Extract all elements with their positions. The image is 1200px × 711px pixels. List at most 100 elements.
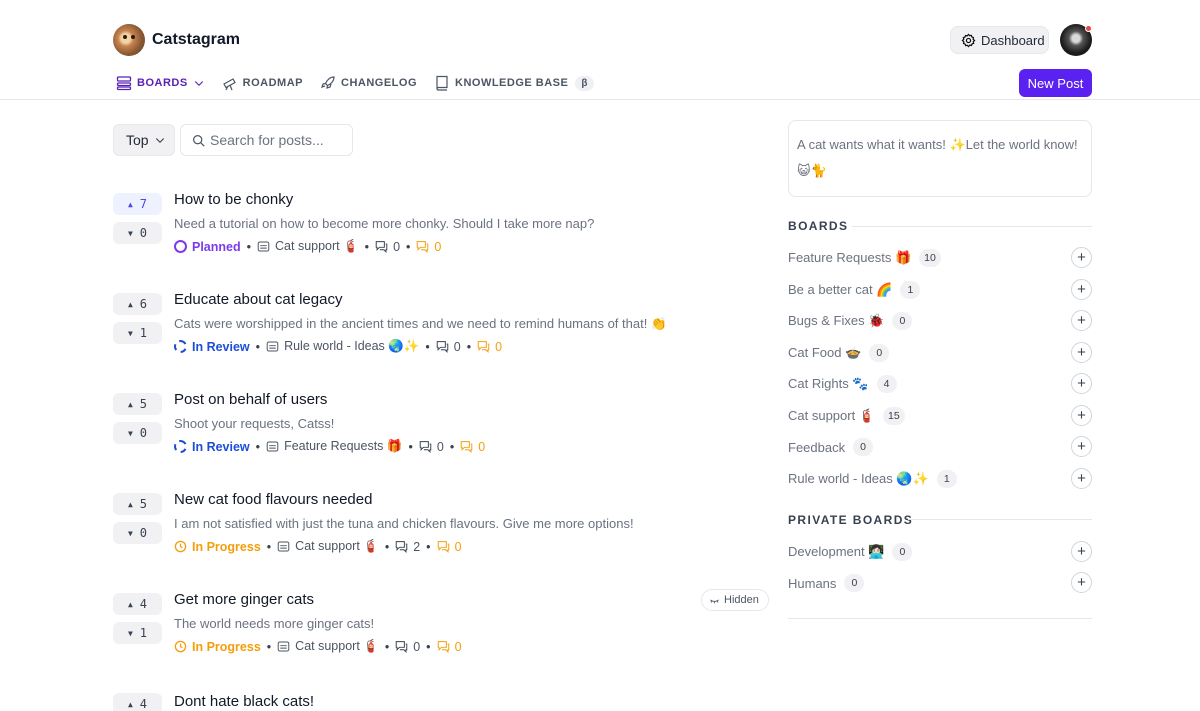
downvote-button[interactable]: ▼ 0 xyxy=(113,222,162,244)
add-post-button[interactable]: + xyxy=(1071,436,1092,457)
post-item[interactable]: ▲ 7 ▼ 0 How to be chonky Need a tutorial o… xyxy=(113,191,763,283)
book-icon xyxy=(436,75,448,91)
separator: • xyxy=(426,639,431,654)
separator: • xyxy=(406,239,411,254)
status-label: In Progress xyxy=(192,639,261,654)
post-item[interactable]: ▲ 5 ▼ 0 New cat food flavours needed I am … xyxy=(113,491,763,583)
post-item[interactable]: ▲ 6 ▼ 1 Educate about cat legacy Cats were… xyxy=(113,291,763,383)
chevron-down-icon xyxy=(194,81,203,87)
upvote-button[interactable]: ▲ 5 xyxy=(113,493,162,515)
post-item[interactable]: ▲ 4 Dont hate black cats! xyxy=(113,693,763,711)
post-title[interactable]: Post on behalf of users xyxy=(174,391,327,408)
post-description: Need a tutorial on how to become more ch… xyxy=(174,216,595,231)
nav-boards-label: BOARDS xyxy=(137,77,188,89)
chevron-down-icon xyxy=(155,138,164,144)
add-post-button[interactable]: + xyxy=(1071,342,1092,363)
search-input[interactable] xyxy=(210,132,350,148)
downvote-button[interactable]: ▼ 0 xyxy=(113,422,162,444)
board-name[interactable]: Feature Requests 🎁 xyxy=(284,439,402,454)
sidebar-board-item[interactable]: Rule world - Ideas 🌏✨ 1 + xyxy=(788,468,1092,490)
sidebar-board-item[interactable]: Feedback 0 + xyxy=(788,436,1092,458)
board-count: 0 xyxy=(892,312,913,330)
boards-icon xyxy=(116,76,132,91)
post-title[interactable]: New cat food flavours needed xyxy=(174,491,372,508)
post-title[interactable]: Educate about cat legacy xyxy=(174,291,342,308)
post-item[interactable]: ▲ 5 ▼ 0 Post on behalf of users Shoot your… xyxy=(113,391,763,483)
nav-knowledge-base[interactable]: KNOWLEDGE BASE β xyxy=(434,75,594,91)
search-icon xyxy=(193,134,205,147)
beta-badge: β xyxy=(575,75,594,91)
board-name[interactable]: Cat support 🧯 xyxy=(275,239,359,254)
downvote-icon: ▼ xyxy=(127,228,133,238)
downvote-button[interactable]: ▼ 1 xyxy=(113,322,162,344)
add-post-button[interactable]: + xyxy=(1071,247,1092,268)
search-box xyxy=(180,124,353,156)
downvote-button[interactable]: ▼ 1 xyxy=(113,622,162,644)
create-post-prompt[interactable]: A cat wants what it wants! ✨Let the worl… xyxy=(788,120,1092,197)
post-title[interactable]: How to be chonky xyxy=(174,191,293,208)
separator: • xyxy=(466,339,472,354)
sort-dropdown[interactable]: Top xyxy=(113,124,175,156)
board-name[interactable]: Rule world - Ideas 🌏✨ xyxy=(284,339,419,354)
add-post-button[interactable]: + xyxy=(1071,310,1092,331)
sidebar-board-item[interactable]: Cat Food 🍲 0 + xyxy=(788,342,1092,364)
nav-roadmap[interactable]: ROADMAP xyxy=(222,75,303,91)
post-title[interactable]: Dont hate black cats! xyxy=(174,693,314,710)
post-item[interactable]: ▲ 4 ▼ 1 Get more ginger cats Hidden The wo… xyxy=(113,589,769,683)
upvote-button[interactable]: ▲ 7 xyxy=(113,193,162,215)
downvote-button[interactable]: ▼ 0 xyxy=(113,522,162,544)
pending-comment-icon xyxy=(437,541,449,553)
add-post-button[interactable]: + xyxy=(1071,373,1092,394)
add-post-button[interactable]: + xyxy=(1071,572,1092,593)
downvote-count: 1 xyxy=(139,326,148,340)
gear-icon xyxy=(961,32,976,48)
app-logo[interactable] xyxy=(113,24,145,56)
main-nav: BOARDS ROADMAP CHANGELOG KNOWLEDGE BASE … xyxy=(116,72,611,94)
downvote-count: 0 xyxy=(139,426,148,440)
add-post-button[interactable]: + xyxy=(1071,405,1092,426)
post-title[interactable]: Get more ginger cats xyxy=(174,591,314,608)
status-badge: In Review xyxy=(174,340,250,354)
app-name[interactable]: Catstagram xyxy=(152,31,240,49)
board-name: Humans xyxy=(788,575,837,591)
board-name: Bugs & Fixes 🐞 xyxy=(788,313,885,328)
sidebar-board-item[interactable]: Bugs & Fixes 🐞 0 + xyxy=(788,310,1092,332)
board-name: Cat Food 🍲 xyxy=(788,345,862,360)
new-post-button[interactable]: New Post xyxy=(1019,69,1092,97)
upvote-button[interactable]: ▲ 5 xyxy=(113,393,162,415)
pending-comment-icon xyxy=(437,641,449,653)
sidebar-board-item[interactable]: Be a better cat 🌈 1 + xyxy=(788,279,1092,301)
add-post-button[interactable]: + xyxy=(1071,541,1092,562)
sidebar-board-item[interactable]: Cat support 🧯 15 + xyxy=(788,405,1092,427)
nav-changelog[interactable]: CHANGELOG xyxy=(320,75,417,91)
status-badge: Planned xyxy=(174,240,241,254)
comment-count: 2 xyxy=(413,539,421,554)
add-post-button[interactable]: + xyxy=(1071,279,1092,300)
upvote-icon: ▲ xyxy=(127,299,133,309)
upvote-button[interactable]: ▲ 4 xyxy=(113,593,162,615)
sidebar-board-item[interactable]: Feature Requests 🎁 10 + xyxy=(788,247,1092,269)
board-icon xyxy=(277,541,290,552)
rocket-icon xyxy=(321,76,335,89)
upvote-count: 4 xyxy=(139,597,148,611)
sidebar-private-board-item[interactable]: Humans 0 + xyxy=(788,572,1092,594)
header: Catstagram Dashboard BOARDS ROADMAP CHAN… xyxy=(0,0,1200,100)
downvote-count: 1 xyxy=(139,626,148,640)
status-label: Planned xyxy=(192,239,241,254)
board-count: 4 xyxy=(876,375,897,393)
upvote-count: 7 xyxy=(139,197,148,211)
board-name[interactable]: Cat support 🧯 xyxy=(295,539,379,554)
status-badge: In Review xyxy=(174,440,250,454)
sidebar-board-item[interactable]: Cat Rights 🐾 4 + xyxy=(788,373,1092,395)
nav-boards[interactable]: BOARDS xyxy=(116,75,205,91)
board-name[interactable]: Cat support 🧯 xyxy=(295,639,379,654)
separator: • xyxy=(266,539,272,554)
add-post-button[interactable]: + xyxy=(1071,468,1092,489)
separator: • xyxy=(384,639,390,654)
dashboard-button[interactable]: Dashboard xyxy=(950,26,1049,54)
sidebar-private-board-item[interactable]: Development 👩🏻‍💻 0 + xyxy=(788,541,1092,563)
upvote-button[interactable]: ▲ 6 xyxy=(113,293,162,315)
upvote-button[interactable]: ▲ 4 xyxy=(113,693,162,711)
comment-icon xyxy=(395,641,408,653)
board-name: Rule world - Ideas 🌏✨ xyxy=(788,471,929,486)
